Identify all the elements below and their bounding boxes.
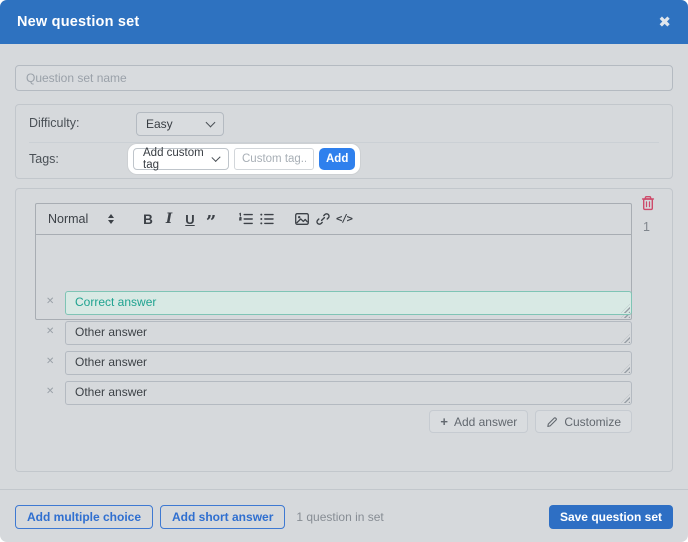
footer: Add multiple choice Add short answer 1 q… — [15, 505, 673, 529]
other-answer-field[interactable]: Other answer — [65, 351, 632, 375]
delete-question-icon[interactable] — [641, 195, 655, 211]
blockquote-button[interactable]: ” — [203, 204, 219, 234]
question-set-name-input[interactable] — [15, 65, 673, 91]
tag-select-value: Add custom tag — [143, 147, 213, 171]
answer-row: ✕ Correct answer — [16, 291, 672, 315]
bullet-list-icon[interactable] — [259, 208, 275, 230]
modal-header: New question set ✖ — [0, 0, 688, 44]
modal-title: New question set — [17, 14, 139, 30]
other-answer-field[interactable]: Other answer — [65, 381, 632, 405]
question-panel: Normal B I U ” — [15, 188, 673, 472]
answer-row: ✕ Other answer — [16, 381, 672, 405]
add-answer-button[interactable]: + Add answer — [429, 410, 528, 433]
answer-row: ✕ Other answer — [16, 321, 672, 345]
remove-answer-icon[interactable]: ✕ — [46, 357, 54, 367]
correct-answer-field[interactable]: Correct answer — [65, 291, 632, 315]
difficulty-select[interactable]: Easy — [136, 112, 224, 136]
pencil-icon — [546, 416, 558, 428]
remove-answer-icon[interactable]: ✕ — [46, 387, 54, 397]
plus-icon: + — [440, 415, 448, 428]
difficulty-selected-value: Easy — [146, 117, 173, 131]
footer-divider — [0, 489, 688, 490]
image-icon[interactable] — [294, 208, 310, 230]
other-answer-field[interactable]: Other answer — [65, 321, 632, 345]
resize-handle[interactable] — [621, 364, 630, 373]
updown-icon — [108, 214, 114, 225]
customize-button[interactable]: Customize — [535, 410, 632, 433]
add-tag-button[interactable]: Add — [319, 148, 355, 170]
editor-toolbar: Normal B I U ” — [36, 204, 631, 235]
resize-handle[interactable] — [621, 334, 630, 343]
add-short-answer-button[interactable]: Add short answer — [160, 505, 285, 529]
save-question-set-button[interactable]: Save question set — [549, 505, 673, 529]
resize-handle[interactable] — [621, 304, 630, 313]
code-icon[interactable]: </> — [336, 208, 352, 230]
add-multiple-choice-button[interactable]: Add multiple choice — [15, 505, 153, 529]
remove-answer-icon[interactable]: ✕ — [46, 327, 54, 337]
link-icon[interactable] — [315, 208, 331, 230]
underline-button[interactable]: U — [182, 208, 198, 230]
tags-label: Tags: — [29, 152, 59, 166]
resize-handle[interactable] — [621, 394, 630, 403]
answer-row: ✕ Other answer — [16, 351, 672, 375]
difficulty-label: Difficulty: — [29, 116, 79, 130]
bold-button[interactable]: B — [140, 208, 156, 230]
italic-button[interactable]: I — [161, 208, 177, 230]
answer-actions: + Add answer Customize — [35, 410, 632, 433]
format-value: Normal — [48, 212, 88, 226]
settings-panel: Difficulty: Easy Tags: Add custom tag Ad… — [15, 104, 673, 179]
settings-row-divider — [29, 142, 659, 143]
chevron-down-icon — [206, 118, 216, 128]
format-select[interactable]: Normal — [48, 212, 114, 226]
tag-select[interactable]: Add custom tag — [133, 148, 229, 170]
ordered-list-icon[interactable] — [238, 208, 254, 230]
tags-highlight-callout: Add custom tag Add — [128, 144, 360, 174]
remove-answer-icon[interactable]: ✕ — [46, 297, 54, 307]
question-number: 1 — [643, 220, 650, 234]
new-question-set-modal: New question set ✖ Difficulty: Easy Tags… — [0, 0, 688, 542]
custom-tag-input[interactable] — [234, 148, 314, 170]
close-icon[interactable]: ✖ — [658, 15, 671, 30]
question-count-text: 1 question in set — [296, 510, 383, 524]
